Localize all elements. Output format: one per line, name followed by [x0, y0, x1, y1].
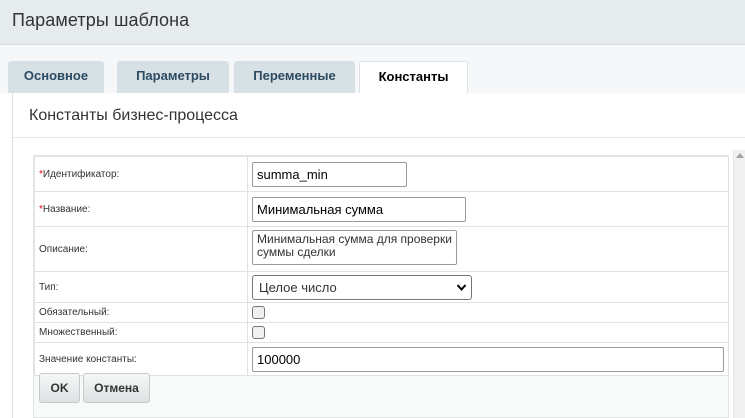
tab-variables[interactable]: Переменные [234, 61, 355, 93]
form-row-constant-value: Значение константы: [34, 342, 729, 376]
constant-form-table: *Идентификатор: *Название: Описание: Мин… [34, 156, 729, 376]
type-select[interactable]: Целое число [252, 274, 472, 300]
form-row-identifier: *Идентификатор: [34, 156, 729, 192]
window-title: Параметры шаблона [12, 10, 190, 30]
form-row-description: Описание: Минимальная сумма для проверки… [34, 226, 729, 272]
tab-main[interactable]: Основное [8, 61, 104, 93]
tab-content: Константы бизнес-процесса *Идентификатор… [12, 93, 745, 418]
window-header: Параметры шаблона [0, 0, 745, 45]
identifier-label: *Идентификатор: [34, 156, 248, 192]
multiple-checkbox[interactable] [252, 326, 265, 339]
description-label: Описание: [34, 226, 248, 272]
type-select-value: Целое число [259, 279, 337, 295]
required-label: Обязательный: [34, 302, 248, 323]
name-label: *Название: [34, 191, 248, 227]
constant-value-label: Значение константы: [34, 342, 248, 376]
scroll-up-arrow-icon[interactable] [736, 153, 744, 158]
ok-button[interactable]: OK [39, 373, 80, 403]
identifier-input[interactable] [252, 161, 407, 187]
description-textarea[interactable]: Минимальная сумма для проверки суммы сде… [252, 230, 457, 265]
chevron-down-icon [456, 276, 467, 308]
constant-value-input[interactable] [252, 346, 724, 372]
section-title: Константы бизнес-процесса [29, 107, 238, 124]
cancel-button[interactable]: Отмена [83, 373, 150, 403]
divider [13, 137, 745, 138]
name-input[interactable] [252, 196, 466, 222]
required-checkbox[interactable] [252, 306, 265, 319]
type-label: Тип: [34, 271, 248, 303]
tab-constants[interactable]: Константы [359, 61, 468, 94]
multiple-label: Множественный: [34, 322, 248, 343]
vertical-scrollbar[interactable] [733, 150, 745, 418]
form-row-name: *Название: [34, 191, 729, 227]
tab-parameters[interactable]: Параметры [117, 61, 229, 93]
tab-bar: Основное Параметры Переменные Константы [0, 45, 745, 94]
form-row-required: Обязательный: [34, 302, 729, 323]
form-row-multiple: Множественный: [34, 322, 729, 343]
form-row-type: Тип: Целое число [34, 271, 729, 303]
